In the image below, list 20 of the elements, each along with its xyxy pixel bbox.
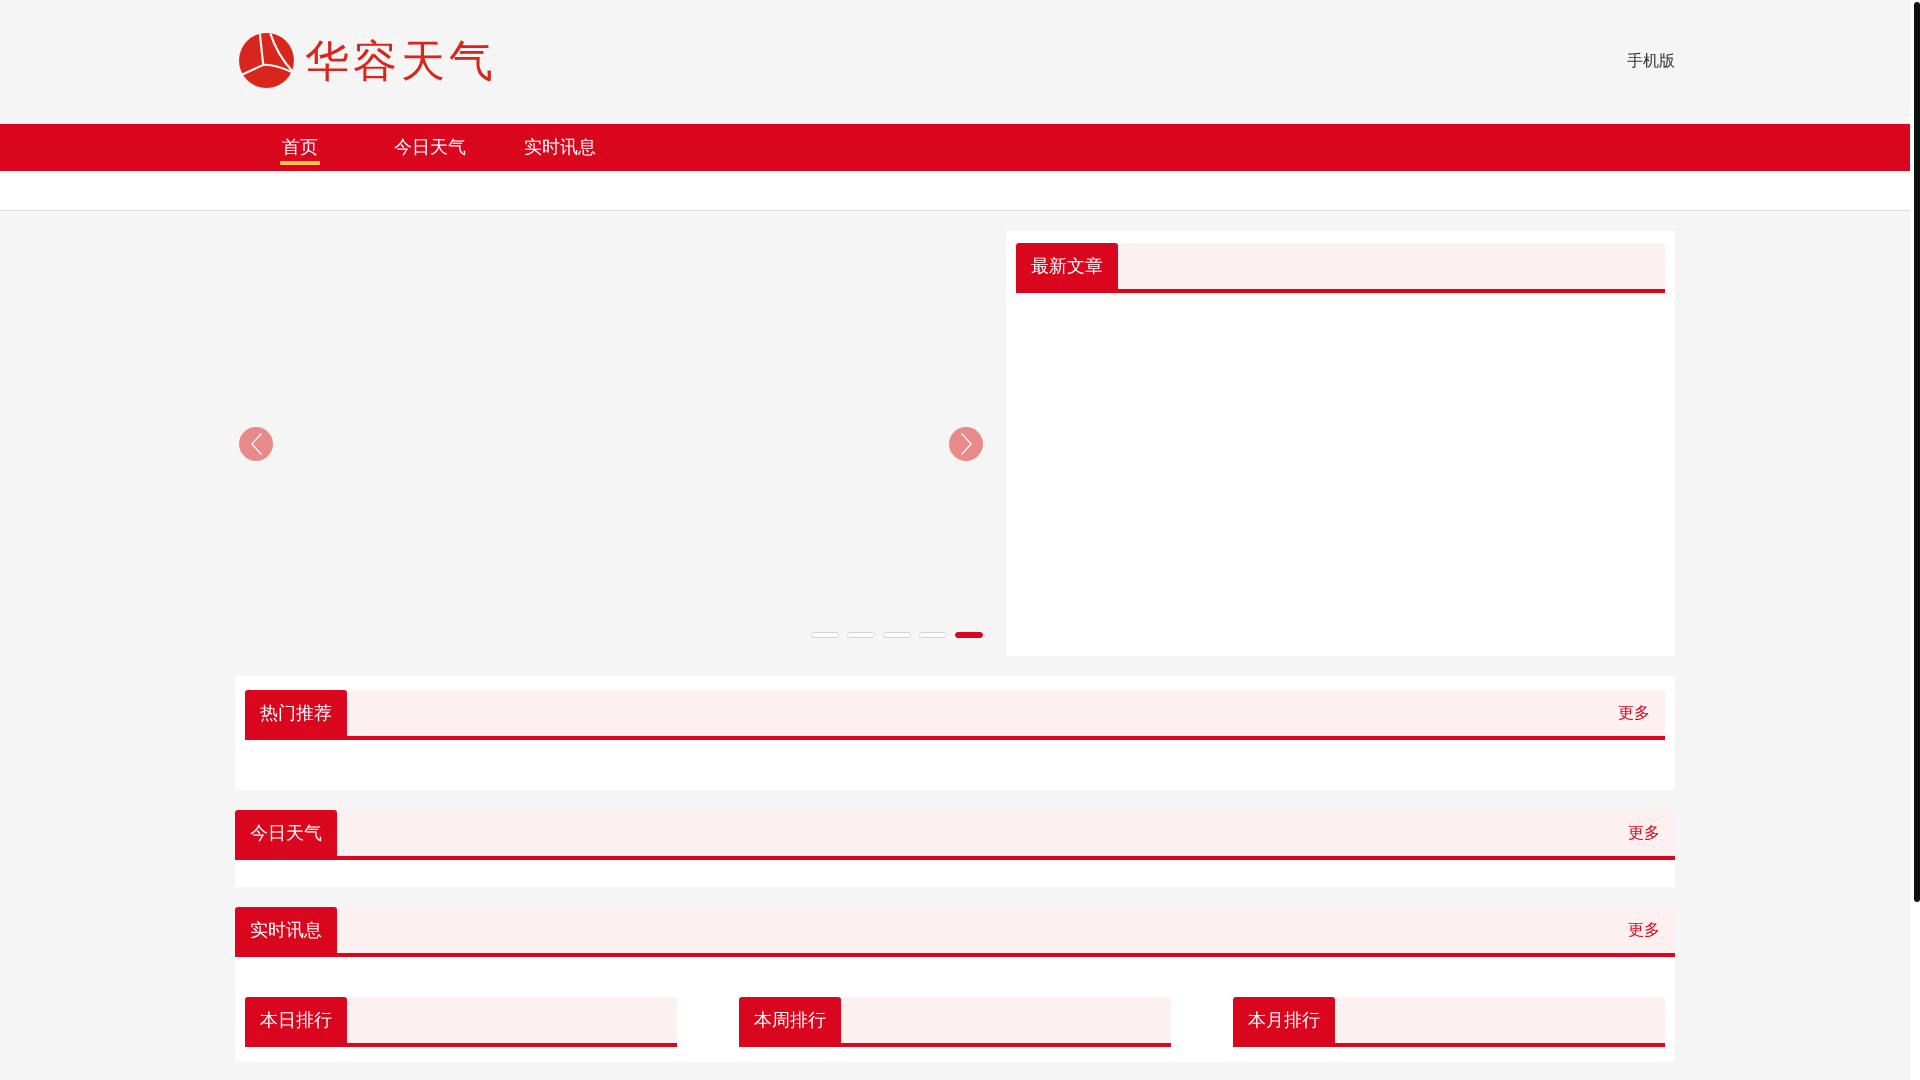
next-slide-button[interactable] [949, 426, 983, 461]
logo-text[interactable]: 华容天气 [305, 38, 497, 83]
nav-tab[interactable]: 实时讯息 [495, 124, 625, 171]
section-title: 热门推荐 [245, 690, 347, 736]
ranking-title: 本日排行 [245, 997, 347, 1043]
section-title: 实时讯息 [235, 907, 337, 953]
chevron-right-icon [960, 432, 972, 455]
previous-slide-button[interactable] [239, 426, 273, 461]
more-link[interactable]: 更多 [1628, 907, 1675, 953]
ranking-title: 本月排行 [1233, 997, 1335, 1043]
chevron-left-icon [250, 432, 262, 455]
logo-icon[interactable] [239, 33, 294, 88]
nav-tab[interactable]: 今日天气 [365, 124, 495, 171]
scrollbar-thumb[interactable] [1914, 2, 1920, 902]
more-link[interactable]: 更多 [1618, 690, 1665, 736]
ranking-title: 本周排行 [739, 997, 841, 1043]
panel-title: 最新文章 [1016, 243, 1118, 289]
more-link[interactable]: 更多 [1628, 810, 1675, 856]
section-title: 今日天气 [235, 810, 337, 856]
mobile-version-link[interactable]: 手机版 [1627, 50, 1675, 72]
